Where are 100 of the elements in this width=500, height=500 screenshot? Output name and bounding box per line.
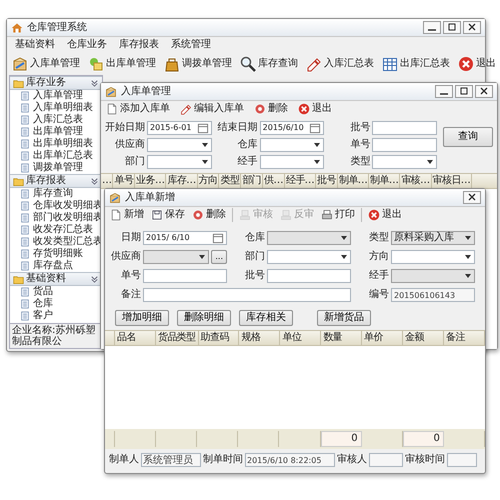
maximize-icon[interactable] xyxy=(443,21,461,34)
section-header[interactable]: 库存业务 xyxy=(10,76,102,90)
minimize-icon[interactable] xyxy=(423,21,441,34)
toolbar-button[interactable]: 出库单管理 xyxy=(87,55,157,73)
section-header[interactable]: 库存报表 xyxy=(10,174,102,188)
sidebar-item[interactable]: 出库单明细表 xyxy=(10,138,102,150)
column-header[interactable]: 规格 xyxy=(239,331,280,345)
sidebar-item[interactable]: 收发存汇总表 xyxy=(10,224,102,236)
maximize-icon[interactable] xyxy=(455,85,473,98)
dropdown[interactable]: 原料采购入库 xyxy=(391,231,475,245)
input-field[interactable] xyxy=(267,269,351,283)
toolbar-button[interactable]: 保存 xyxy=(150,208,186,222)
menu-item[interactable]: 库存报表 xyxy=(119,39,159,51)
toolbar-button[interactable]: 编辑入库单 xyxy=(179,102,245,116)
dropdown[interactable] xyxy=(260,138,324,152)
action-button[interactable]: 库存相关 xyxy=(239,310,293,326)
toolbar-button[interactable]: 退出 xyxy=(367,208,403,222)
close-icon[interactable] xyxy=(475,85,493,98)
toolbar-button[interactable]: 打印 xyxy=(320,208,356,222)
sidebar-item[interactable]: 存货明细账 xyxy=(10,248,102,260)
bag-icon xyxy=(164,56,180,72)
toolbar-button[interactable]: 调拨单管理 xyxy=(163,55,233,73)
input-field[interactable] xyxy=(143,288,351,302)
action-button[interactable]: 新增货品 xyxy=(317,310,371,326)
field-label: 制单人 xyxy=(109,454,139,466)
sidebar-item[interactable]: 出库单汇总表 xyxy=(10,150,102,162)
action-button[interactable]: 删除明细 xyxy=(177,310,231,326)
toolbar-button[interactable]: 库存查询 xyxy=(239,55,299,73)
dropdown[interactable] xyxy=(267,231,351,245)
sidebar-item[interactable]: 库存查询 xyxy=(10,188,102,200)
input-field[interactable]: 201506106143 xyxy=(391,288,475,302)
dropdown[interactable] xyxy=(391,250,475,264)
dropdown[interactable] xyxy=(267,250,351,264)
list-icon xyxy=(20,189,30,199)
search-icon xyxy=(240,56,256,72)
list-icon xyxy=(20,103,30,113)
input-field[interactable] xyxy=(372,121,437,135)
date-field[interactable]: 2015-6-01 xyxy=(147,121,212,135)
list-icon xyxy=(20,139,30,149)
dropdown[interactable] xyxy=(391,269,475,283)
column-header[interactable]: 金额 xyxy=(403,331,444,345)
sidebar-item[interactable]: 出库单管理 xyxy=(10,126,102,138)
window-title: 入库单新增 xyxy=(125,192,175,204)
sidebar-item[interactable]: 仓库 xyxy=(10,298,102,310)
input-field[interactable]: 2015/6/10 8:22:05 xyxy=(245,453,335,467)
sidebar-item[interactable]: 入库汇总表 xyxy=(10,114,102,126)
column-header[interactable]: 货品类型 xyxy=(156,331,199,345)
toolbar-button[interactable]: 入库汇总表 xyxy=(305,55,375,73)
dropdown[interactable] xyxy=(143,250,210,264)
column-header[interactable]: 助查码 xyxy=(198,331,240,345)
toolbar-button[interactable]: 出库汇总表 xyxy=(381,55,451,73)
input-field[interactable] xyxy=(143,269,227,283)
menu-item[interactable]: 系统管理 xyxy=(171,39,211,51)
input-field[interactable] xyxy=(372,138,437,152)
input-field[interactable] xyxy=(447,453,477,467)
sidebar-item[interactable]: 客户 xyxy=(10,310,102,322)
search-button[interactable]: 查询 xyxy=(442,126,493,146)
field-label: 日期 xyxy=(120,232,141,244)
date-field[interactable]: 2015/6/10 xyxy=(260,121,324,135)
toolbar-button[interactable]: 退出 xyxy=(457,55,497,73)
input-field[interactable] xyxy=(369,453,403,467)
field-label: 经手 xyxy=(236,156,258,168)
sidebar-item[interactable]: 货品 xyxy=(10,286,102,298)
column-header[interactable]: 单价 xyxy=(362,331,404,345)
menu-item[interactable]: 基础资料 xyxy=(15,39,55,51)
toolbar-button[interactable]: 退出 xyxy=(297,102,333,116)
menu-item[interactable]: 仓库业务 xyxy=(67,39,107,51)
toolbar-button[interactable]: 新增 xyxy=(109,208,145,222)
sidebar-item[interactable]: 库存盘点 xyxy=(10,260,102,272)
field-label: 经手 xyxy=(368,270,389,282)
sidebar-item[interactable]: 入库单明细表 xyxy=(10,102,102,114)
toolbar-button[interactable]: 添加入库单 xyxy=(105,102,171,116)
toolbar-button[interactable]: 删除 xyxy=(191,208,227,222)
column-header[interactable]: 数量 xyxy=(321,331,362,345)
dropdown[interactable] xyxy=(147,155,212,169)
input-field[interactable]: 系统管理员 xyxy=(141,453,201,467)
section-header[interactable]: 基础资料 xyxy=(10,272,102,286)
column-header[interactable]: 品名 xyxy=(115,331,156,345)
close-icon[interactable] xyxy=(463,191,481,204)
status-text: 企业名称:苏州砾塑制品有限公 xyxy=(10,323,102,348)
toolbar-button[interactable]: 删除 xyxy=(253,102,289,116)
list-icon xyxy=(20,249,30,259)
toolbar-button[interactable]: 入库单管理 xyxy=(11,55,81,73)
action-button[interactable]: 增加明细 xyxy=(115,310,169,326)
lookup-button[interactable]: ... xyxy=(211,250,227,264)
field-label: 备注 xyxy=(120,289,141,301)
field-label: 编号 xyxy=(368,289,389,301)
sidebar-item[interactable]: 调拨单管理 xyxy=(10,162,102,174)
column-header[interactable]: 备注 xyxy=(444,331,485,345)
column-header[interactable]: 单位 xyxy=(280,331,322,345)
dropdown[interactable] xyxy=(147,138,212,152)
calendar-icon xyxy=(309,122,322,134)
dropdown[interactable] xyxy=(260,155,324,169)
close-icon[interactable] xyxy=(463,21,481,34)
dropdown[interactable] xyxy=(372,155,437,169)
field-label: 批号 xyxy=(244,270,265,282)
minimize-icon[interactable] xyxy=(435,85,453,98)
sidebar-item[interactable]: 入库单管理 xyxy=(10,90,102,102)
caret-icon xyxy=(200,141,209,149)
date-field[interactable]: 2015/ 6/10 xyxy=(143,231,227,245)
